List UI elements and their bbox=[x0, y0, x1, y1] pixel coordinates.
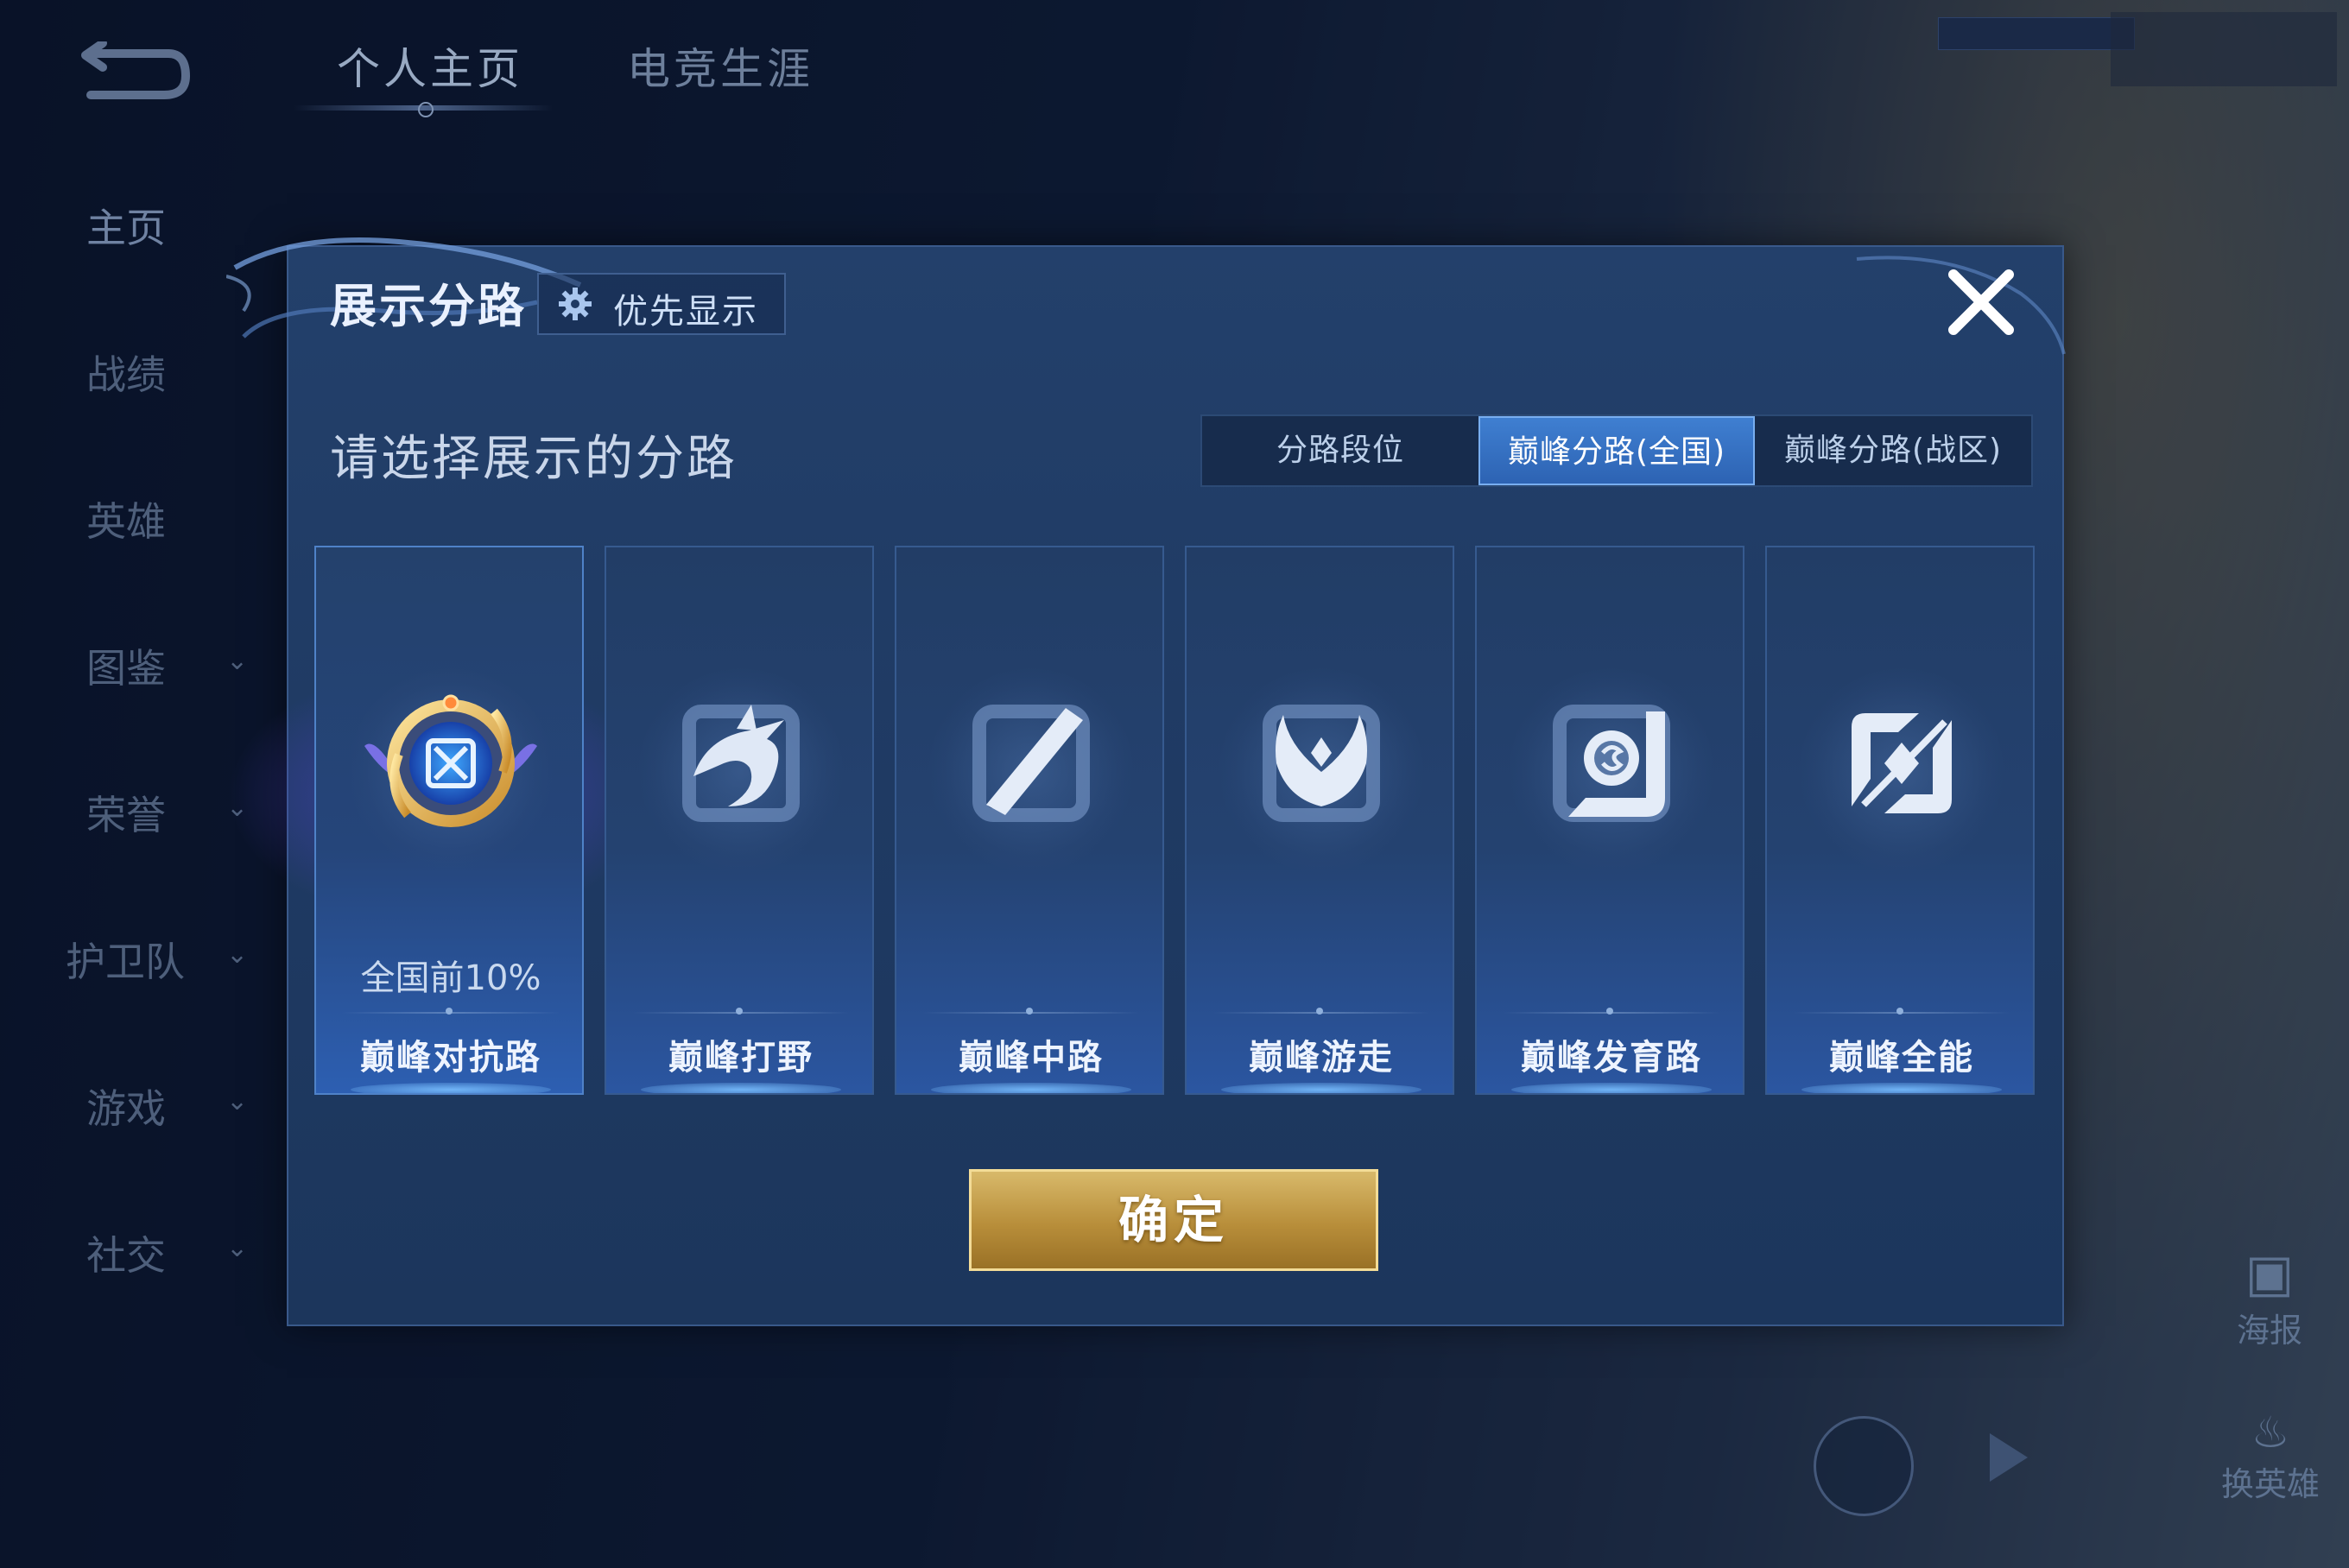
card-bottom-glow bbox=[351, 1083, 551, 1093]
tab-profile[interactable]: 个人主页 bbox=[337, 35, 523, 97]
back-arrow-icon[interactable] bbox=[73, 41, 194, 102]
card-bottom-glow bbox=[641, 1083, 841, 1093]
top-right-badge bbox=[1938, 17, 2135, 50]
tab-indicator-dot bbox=[418, 102, 434, 117]
flame-icon: ♨ bbox=[2251, 1407, 2290, 1457]
role-name: 巅峰打野 bbox=[668, 1038, 814, 1078]
swap-hero-button[interactable]: ♨ 换英雄 bbox=[2206, 1407, 2335, 1505]
segment-lane-rank[interactable]: 分路段位 bbox=[1202, 416, 1478, 485]
dialog-subtitle: 请选择展示的分路 bbox=[330, 431, 738, 487]
card-divider-dot bbox=[1316, 1008, 1323, 1015]
tab-esports-career[interactable]: 电竞生涯 bbox=[627, 35, 814, 97]
card-bottom-glow bbox=[931, 1083, 1131, 1093]
card-divider-dot bbox=[1896, 1008, 1903, 1015]
close-icon[interactable] bbox=[1945, 266, 2017, 338]
poster-label: 海报 bbox=[2236, 1312, 2302, 1350]
card-bottom-glow bbox=[1511, 1083, 1712, 1093]
role-name: 巅峰全能 bbox=[1829, 1038, 1974, 1078]
role-name: 巅峰游走 bbox=[1249, 1038, 1394, 1078]
card-divider-dot bbox=[446, 1008, 453, 1015]
role-card-mid-lane[interactable]: 巅峰中路 bbox=[895, 546, 1164, 1095]
card-bottom-glow bbox=[1801, 1083, 2002, 1093]
chevron-down-icon: ⌄ bbox=[226, 1233, 249, 1263]
priority-display-button[interactable]: 优先显示 bbox=[537, 273, 786, 335]
sidebar-item-heroes[interactable]: 英雄 bbox=[86, 490, 276, 547]
card-divider-dot bbox=[1026, 1008, 1033, 1015]
segment-peak-lane-national[interactable]: 巅峰分路(全国) bbox=[1478, 416, 1755, 485]
role-card-roam[interactable]: 巅峰游走 bbox=[1185, 546, 1454, 1095]
card-bottom-glow bbox=[1221, 1083, 1421, 1093]
jungle-dragon-icon bbox=[682, 705, 800, 822]
card-divider-dot bbox=[736, 1008, 743, 1015]
confirm-button-label: 确定 bbox=[1118, 1191, 1229, 1249]
role-rank-text: 全国前10% bbox=[360, 958, 541, 998]
swap-hero-label: 换英雄 bbox=[2220, 1465, 2320, 1503]
mid-lane-slash-icon bbox=[972, 705, 1090, 822]
confirm-button[interactable]: 确定 bbox=[969, 1169, 1378, 1271]
chevron-down-icon: ⌄ bbox=[226, 939, 249, 970]
role-card-all-round[interactable]: 巅峰全能 bbox=[1765, 546, 2035, 1095]
segment-peak-lane-region[interactable]: 巅峰分路(战区) bbox=[1755, 416, 2031, 485]
role-card-farm-lane[interactable]: 巅峰发育路 bbox=[1475, 546, 1744, 1095]
clash-lane-emblem-icon bbox=[364, 694, 537, 827]
all-round-icon bbox=[1852, 713, 1952, 813]
avatar-circle-button[interactable] bbox=[1814, 1416, 1914, 1516]
top-right-settings-area[interactable] bbox=[2111, 12, 2337, 86]
priority-display-label: 优先显示 bbox=[613, 292, 758, 332]
roam-wings-icon bbox=[1263, 705, 1380, 822]
role-name: 巅峰中路 bbox=[959, 1038, 1104, 1078]
gear-icon bbox=[559, 288, 592, 320]
dialog-title: 展示分路 bbox=[330, 279, 527, 333]
lane-type-segmented-control: 分路段位 巅峰分路(全国) 巅峰分路(战区) bbox=[1200, 414, 2033, 487]
role-name: 巅峰对抗路 bbox=[360, 1038, 541, 1078]
role-card-jungle[interactable]: 巅峰打野 bbox=[605, 546, 874, 1095]
chevron-down-icon: ⌄ bbox=[226, 1086, 249, 1116]
play-icon[interactable] bbox=[1990, 1433, 2028, 1482]
role-name: 巅峰发育路 bbox=[1521, 1038, 1702, 1078]
poster-icon: ▣ bbox=[2245, 1243, 2295, 1304]
poster-button[interactable]: ▣ 海报 bbox=[2218, 1243, 2321, 1351]
farm-lane-icon bbox=[1553, 705, 1670, 822]
role-card-clash-lane[interactable]: 全国前10% 巅峰对抗路 bbox=[314, 546, 584, 1095]
card-divider-dot bbox=[1606, 1008, 1613, 1015]
